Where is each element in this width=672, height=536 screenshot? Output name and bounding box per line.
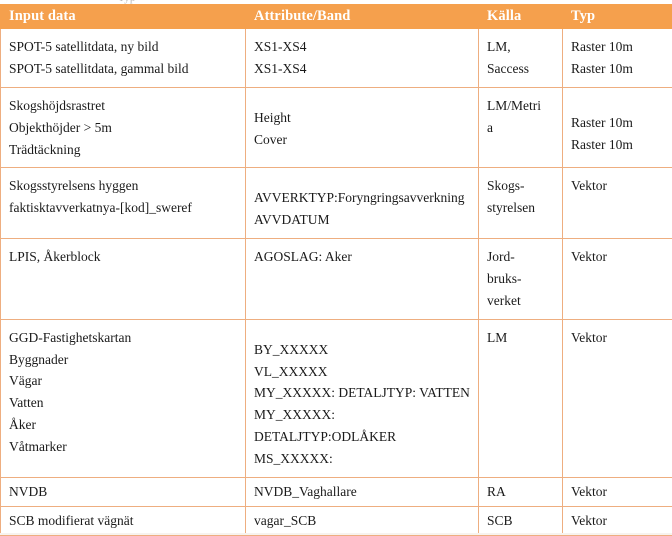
cell-input-data: LPIS, Åkerblock <box>0 238 246 320</box>
cell-attribute-band: AVVERKTYP:Foryngringsavverkning AVVDATUM <box>245 167 479 240</box>
table-body: SPOT-5 satellitdata, ny bild SPOT-5 sate… <box>0 28 672 536</box>
table-row: NVDB NVDB_Vaghallare RA Vektor <box>0 476 672 508</box>
column-header-kalla: Källa <box>478 3 563 30</box>
cell-input-data: Skogsstyrelsens hyggen faktisktavverkatn… <box>0 167 246 240</box>
cell-attribute-band: NVDB_Vaghallare <box>245 476 479 508</box>
bottom-rule <box>0 533 672 535</box>
cell-input-data: SPOT-5 satellitdata, ny bild SPOT-5 sate… <box>0 28 246 88</box>
cell-kalla: RA <box>478 476 563 508</box>
table-row: SCB modifierat vägnät vagar_SCB SCB Vekt… <box>0 506 672 536</box>
table-row: LPIS, Åkerblock AGOSLAG: Aker Jord- bruk… <box>0 238 672 320</box>
table-row: SPOT-5 satellitdata, ny bild SPOT-5 sate… <box>0 28 672 88</box>
table-row: Skogshöjdsrastret Objekthöjder > 5m Träd… <box>0 86 672 169</box>
column-header-input-data: Input data <box>0 3 246 30</box>
cell-input-data: SCB modifierat vägnät <box>0 506 246 536</box>
cell-input-data: GGD-Fastighetskartan Byggnader Vägar Vat… <box>0 318 246 478</box>
cell-kalla: LM <box>478 318 563 478</box>
document-page: Typ Input data Attribute/Band Källa Typ … <box>0 0 672 536</box>
table-header: Input data Attribute/Band Källa Typ <box>0 3 672 30</box>
cell-attribute-band: Height Cover <box>245 86 479 169</box>
cell-attribute-band: XS1-XS4 XS1-XS4 <box>245 28 479 88</box>
column-header-typ: Typ <box>562 3 672 30</box>
cell-kalla: LM/Metri a <box>478 86 563 169</box>
cell-input-data: Skogshöjdsrastret Objekthöjder > 5m Träd… <box>0 86 246 169</box>
table-header-row: Input data Attribute/Band Källa Typ <box>0 3 672 30</box>
cell-typ: Vektor <box>562 167 672 240</box>
table-row: Skogsstyrelsens hyggen faktisktavverkatn… <box>0 167 672 240</box>
cell-typ: Vektor <box>562 318 672 478</box>
cell-typ: Raster 10m Raster 10m <box>562 28 672 88</box>
cell-typ: Raster 10m Raster 10m <box>562 86 672 169</box>
table-row: GGD-Fastighetskartan Byggnader Vägar Vat… <box>0 318 672 478</box>
cell-attribute-band: vagar_SCB <box>245 506 479 536</box>
cell-attribute-band: AGOSLAG: Aker <box>245 238 479 320</box>
cell-kalla: SCB <box>478 506 563 536</box>
column-header-attribute-band: Attribute/Band <box>245 3 479 30</box>
cell-typ: Vektor <box>562 238 672 320</box>
cell-typ: Vektor <box>562 506 672 536</box>
cell-kalla: Jord- bruks- verket <box>478 238 563 320</box>
cell-typ: Vektor <box>562 476 672 508</box>
cell-input-data: NVDB <box>0 476 246 508</box>
cell-attribute-band: BY_XXXXX VL_XXXXX MY_XXXXX: DETALJTYP: V… <box>245 318 479 478</box>
cell-kalla: Skogs- styrelsen <box>478 167 563 240</box>
input-data-table: Input data Attribute/Band Källa Typ SPOT… <box>0 3 672 536</box>
cell-kalla: LM, Saccess <box>478 28 563 88</box>
